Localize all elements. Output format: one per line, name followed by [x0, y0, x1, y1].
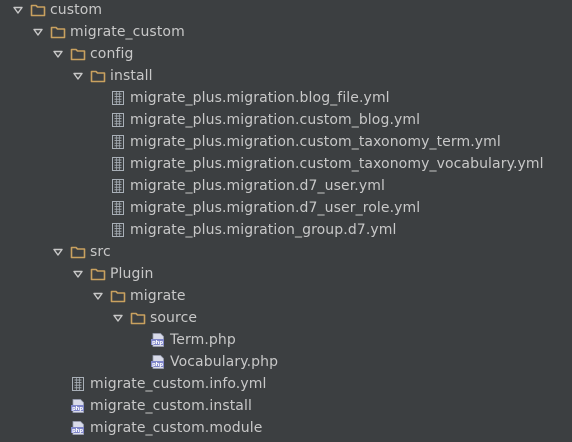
folder-icon: [90, 68, 106, 84]
yml-file-icon: [110, 222, 126, 238]
tree-folder-migrate[interactable]: migrate: [90, 285, 186, 307]
tree-item-label: migrate_plus.migration.custom_blog.yml: [130, 112, 421, 128]
toggle-spacer: [130, 329, 146, 351]
tree-file-migrate-custom-module[interactable]: php migrate_custom.module: [50, 417, 262, 439]
svg-text:php: php: [152, 340, 163, 346]
toggle-spacer: [50, 417, 66, 439]
tree-file-term-php[interactable]: php Term.php: [130, 329, 236, 351]
toggle-spacer: [90, 219, 106, 241]
tree-file-migrate-plus-migration-d7-user-role-yml[interactable]: migrate_plus.migration.d7_user_role.yml: [90, 197, 420, 219]
tree-item-label: migrate_custom: [70, 24, 185, 40]
yml-file-icon: [110, 156, 126, 172]
tree-folder-custom[interactable]: custom: [10, 0, 102, 21]
tree-file-migrate-plus-migration-custom-taxonomy-vocabulary-yml[interactable]: migrate_plus.migration.custom_taxonomy_v…: [90, 153, 544, 175]
expand-arrow-icon[interactable]: [110, 307, 126, 329]
tree-folder-src[interactable]: src: [50, 241, 111, 263]
tree-item-label: migrate_custom.module: [90, 420, 263, 436]
tree-folder-plugin[interactable]: Plugin: [70, 263, 153, 285]
yml-file-icon: [110, 200, 126, 216]
svg-text:php: php: [72, 406, 83, 412]
tree-item-label: migrate: [130, 288, 186, 304]
expand-arrow-icon[interactable]: [10, 0, 26, 21]
project-file-tree: custom migrate_customconfig install migrate…: [0, 0, 572, 442]
tree-file-migrate-plus-migration-group-d7-yml[interactable]: migrate_plus.migration_group.d7.yml: [90, 219, 396, 241]
expand-arrow-icon[interactable]: [30, 21, 46, 43]
tree-file-vocabulary-php[interactable]: php Vocabulary.php: [130, 351, 278, 373]
tree-item-label: source: [150, 310, 198, 326]
expand-arrow-icon[interactable]: [90, 285, 106, 307]
folder-icon: [130, 310, 146, 326]
folder-icon: [50, 24, 66, 40]
php-file-icon: php: [70, 398, 86, 414]
tree-file-migrate-custom-info-yml[interactable]: migrate_custom.info.yml: [50, 373, 266, 395]
tree-item-label: migrate_plus.migration.custom_taxonomy_v…: [130, 156, 544, 172]
folder-icon: [30, 2, 46, 18]
yml-file-icon: [110, 178, 126, 194]
yml-file-icon: [110, 112, 126, 128]
tree-item-label: Plugin: [110, 266, 154, 282]
folder-icon: [70, 244, 86, 260]
tree-item-label: migrate_plus.migration.blog_file.yml: [130, 90, 390, 106]
svg-text:php: php: [72, 428, 83, 434]
php-file-icon: php: [150, 354, 166, 370]
toggle-spacer: [90, 87, 106, 109]
yml-file-icon: [110, 134, 126, 150]
tree-file-migrate-plus-migration-d7-user-yml[interactable]: migrate_plus.migration.d7_user.yml: [90, 175, 385, 197]
tree-item-label: Term.php: [170, 332, 236, 348]
toggle-spacer: [90, 153, 106, 175]
tree-item-label: migrate_custom.install: [90, 398, 252, 414]
toggle-spacer: [90, 131, 106, 153]
tree-file-migrate-custom-install[interactable]: php migrate_custom.install: [50, 395, 252, 417]
folder-icon: [70, 46, 86, 62]
yml-file-icon: [70, 376, 86, 392]
tree-item-label: migrate_plus.migration_group.d7.yml: [130, 222, 397, 238]
tree-item-label: src: [90, 244, 111, 260]
tree-folder-config[interactable]: config: [50, 43, 133, 65]
toggle-spacer: [130, 351, 146, 373]
toggle-spacer: [50, 373, 66, 395]
expand-arrow-icon[interactable]: [50, 241, 66, 263]
php-file-icon: php: [150, 332, 166, 348]
expand-arrow-icon[interactable]: [50, 43, 66, 65]
tree-item-label: config: [90, 46, 134, 62]
php-file-icon: php: [70, 420, 86, 436]
tree-folder-source[interactable]: source: [110, 307, 197, 329]
tree-item-label: Vocabulary.php: [170, 354, 279, 370]
tree-folder-install[interactable]: install: [70, 65, 153, 87]
tree-item-label: migrate_plus.migration.d7_user_role.yml: [130, 200, 421, 216]
folder-icon: [110, 288, 126, 304]
tree-item-label: migrate_custom.info.yml: [90, 376, 267, 392]
toggle-spacer: [90, 175, 106, 197]
tree-file-migrate-plus-migration-custom-blog-yml[interactable]: migrate_plus.migration.custom_blog.yml: [90, 109, 420, 131]
tree-item-label: install: [110, 68, 153, 84]
tree-item-label: migrate_plus.migration.d7_user.yml: [130, 178, 385, 194]
tree-file-migrate-plus-migration-blog-file-yml[interactable]: migrate_plus.migration.blog_file.yml: [90, 87, 390, 109]
tree-item-label: custom: [50, 2, 103, 18]
toggle-spacer: [90, 197, 106, 219]
toggle-spacer: [50, 395, 66, 417]
expand-arrow-icon[interactable]: [70, 65, 86, 87]
tree-item-label: migrate_plus.migration.custom_taxonomy_t…: [130, 134, 501, 150]
tree-folder-migrate-custom[interactable]: migrate_custom: [30, 21, 185, 43]
folder-icon: [90, 266, 106, 282]
tree-file-migrate-plus-migration-custom-taxonomy-term-yml[interactable]: migrate_plus.migration.custom_taxonomy_t…: [90, 131, 501, 153]
expand-arrow-icon[interactable]: [70, 263, 86, 285]
toggle-spacer: [90, 109, 106, 131]
svg-text:php: php: [152, 362, 163, 368]
yml-file-icon: [110, 90, 126, 106]
